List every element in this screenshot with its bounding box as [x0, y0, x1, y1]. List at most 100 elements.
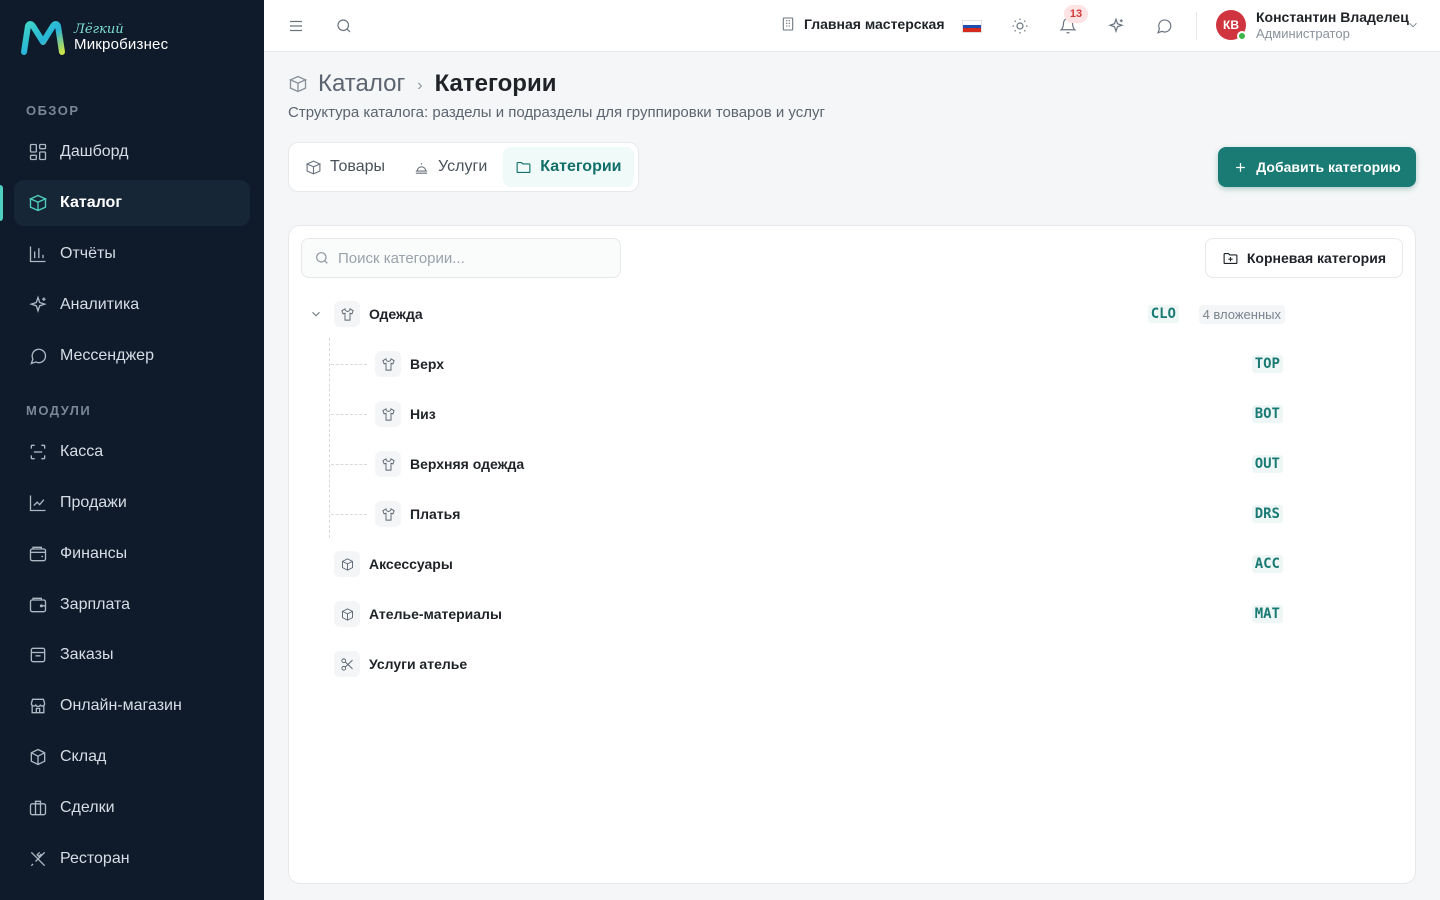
search-icon: [337, 19, 351, 33]
logo-subtitle: Лёгкий: [74, 22, 124, 38]
sidebar-item-orders[interactable]: Заказы: [14, 632, 250, 678]
box-icon: [30, 748, 46, 766]
category-row[interactable]: Низ BOT: [289, 394, 1417, 434]
shirt-icon: [381, 407, 395, 421]
ai-assistant-button[interactable]: [1104, 14, 1128, 38]
app-logo[interactable]: Лёгкий Микробизнес: [20, 20, 168, 56]
section-modules: МОДУЛИ: [26, 403, 92, 418]
topbar: Главная мастерская 13 КВ Константин Влад…: [264, 0, 1440, 52]
online-status-dot: [1237, 31, 1247, 41]
sparkle-icon: [29, 295, 47, 313]
chevron-down-icon[interactable]: [1406, 18, 1420, 32]
tab-products[interactable]: Товары: [293, 147, 397, 187]
reports-icon: [29, 246, 46, 263]
active-indicator: [0, 185, 3, 221]
catalog-tabs: Товары Услуги Категории: [288, 142, 639, 192]
category-search-input[interactable]: [338, 249, 618, 267]
folder-plus-icon: [1223, 252, 1238, 264]
category-code: ACC: [1251, 555, 1283, 573]
theme-toggle-button[interactable]: [1008, 14, 1032, 38]
sidebar-item-label: Отчёты: [60, 245, 116, 262]
scissors-icon: [340, 657, 353, 671]
menu-icon: [290, 20, 302, 32]
sidebar-item-restaurant[interactable]: Ресторан: [14, 836, 250, 882]
chart-line-icon: [29, 495, 46, 512]
category-icon: [375, 451, 401, 477]
divider: [1196, 12, 1197, 40]
chevron-down-icon[interactable]: [309, 307, 323, 321]
wallet-icon: [29, 546, 47, 562]
category-name: Низ: [410, 406, 436, 422]
category-icon: [375, 351, 401, 377]
category-code: DRS: [1251, 505, 1283, 523]
search-button[interactable]: [332, 14, 356, 38]
breadcrumb: Каталог › Категории: [288, 70, 556, 98]
sidebar-item-messenger[interactable]: Мессенджер: [14, 333, 250, 379]
sidebar-item-label: Аналитика: [60, 296, 140, 313]
sidebar-item-analytics[interactable]: Аналитика: [14, 282, 250, 328]
category-code: CLO: [1147, 305, 1179, 323]
sidebar-item-warehouse[interactable]: Склад: [14, 734, 250, 780]
tab-categories[interactable]: Категории: [503, 147, 634, 187]
sidebar-item-label: Каталог: [60, 194, 122, 211]
language-flag-button[interactable]: [962, 20, 982, 33]
sidebar-item-finance[interactable]: Финансы: [14, 531, 250, 577]
page-title: Категории: [434, 70, 557, 97]
user-menu[interactable]: КВ Константин Владелец Администратор: [1216, 9, 1409, 41]
category-row[interactable]: Услуги ателье: [289, 644, 1417, 684]
catalog-icon: [28, 194, 48, 212]
category-row[interactable]: Платья DRS: [289, 494, 1417, 534]
category-search: [301, 238, 621, 278]
utensils-icon: [30, 851, 46, 867]
sidebar-item-label: Ресторан: [60, 850, 130, 867]
category-row[interactable]: Ателье-материалы MAT: [289, 594, 1417, 634]
add-category-button[interactable]: Добавить категорию: [1218, 147, 1416, 187]
sidebar-item-deals[interactable]: Сделки: [14, 785, 250, 831]
category-code: TOP: [1251, 355, 1283, 373]
sidebar-item-sales[interactable]: Продажи: [14, 480, 250, 526]
children-count-badge: 4 вложенных: [1198, 304, 1285, 324]
sidebar-item-online-store[interactable]: Онлайн-магазин: [14, 683, 250, 729]
sidebar-item-label: Сделки: [60, 799, 115, 816]
category-row[interactable]: Одежда CLO 4 вложенных: [289, 294, 1417, 334]
sidebar-item-payroll[interactable]: Зарплата: [14, 582, 250, 628]
building-icon: [782, 17, 794, 31]
avatar: КВ: [1216, 10, 1247, 41]
category-icon: [375, 501, 401, 527]
workshop-selector[interactable]: Главная мастерская: [780, 16, 945, 32]
menu-toggle-button[interactable]: [284, 14, 308, 38]
box-icon: [341, 607, 353, 621]
plus-icon: [1236, 162, 1246, 172]
category-name: Одежда: [369, 306, 423, 322]
sidebar-item-label: Продажи: [60, 494, 127, 511]
notifications-badge: 13: [1064, 5, 1088, 23]
tab-services[interactable]: Услуги: [401, 147, 499, 187]
page-subtitle: Структура каталога: разделы и подразделы…: [288, 104, 825, 121]
catalog-icon: [288, 75, 308, 93]
category-row[interactable]: Верхняя одежда OUT: [289, 444, 1417, 484]
breadcrumb-parent-link[interactable]: Каталог: [318, 70, 405, 98]
category-icon: [334, 301, 360, 327]
category-name: Платья: [410, 506, 461, 522]
sidebar-item-dashboard[interactable]: Дашборд: [14, 129, 250, 175]
package-icon: [30, 647, 46, 663]
category-icon: [334, 551, 360, 577]
category-icon: [334, 601, 360, 627]
messages-button[interactable]: [1152, 14, 1176, 38]
sidebar: Лёгкий Микробизнес ОБЗОР Дашборд Каталог…: [0, 0, 264, 900]
shirt-icon: [381, 457, 395, 471]
sidebar-item-label: Касса: [60, 443, 104, 460]
sun-icon: [1012, 18, 1028, 34]
sidebar-item-cashdesk[interactable]: Касса: [14, 429, 250, 475]
root-category-button[interactable]: Корневая категория: [1204, 238, 1403, 278]
sidebar-item-catalog[interactable]: Каталог: [14, 180, 250, 226]
box-icon: [341, 557, 353, 571]
scan-icon: [30, 444, 46, 460]
wallet-icon: [29, 597, 47, 613]
category-row[interactable]: Верх TOP: [289, 344, 1417, 384]
search-icon: [316, 252, 328, 264]
sidebar-item-reports[interactable]: Отчёты: [14, 231, 250, 277]
category-row[interactable]: Аксессуары ACC: [289, 544, 1417, 584]
store-icon: [30, 698, 46, 714]
user-role: Администратор: [1256, 26, 1350, 41]
